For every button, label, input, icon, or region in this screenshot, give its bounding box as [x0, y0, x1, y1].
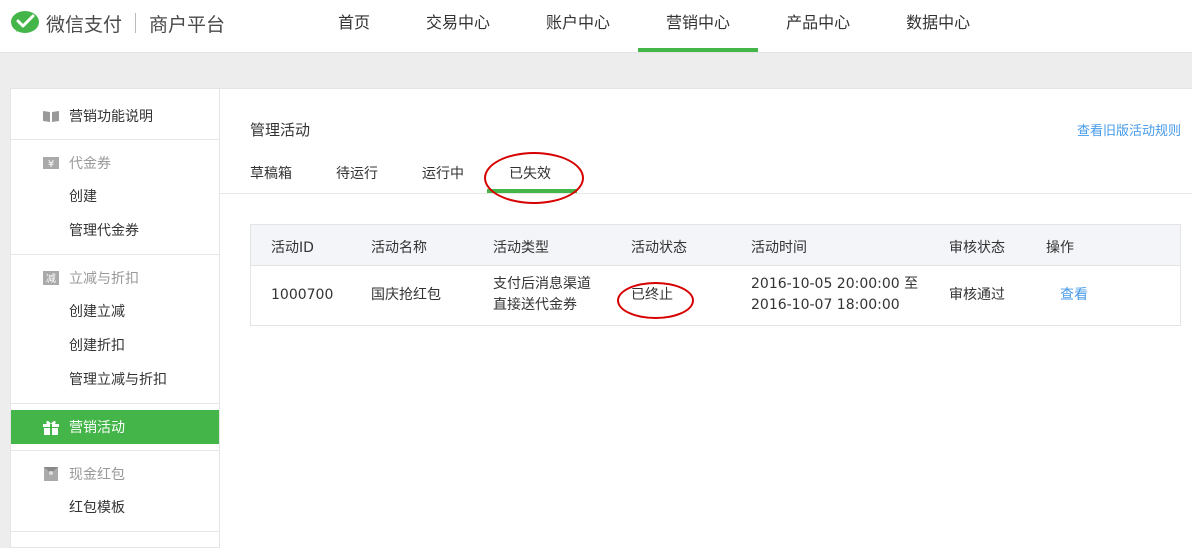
nav-home[interactable]: 首页 [310, 0, 398, 52]
cell-activity-time-line1: 2016-10-05 20:00:00 至 [751, 276, 919, 292]
book-icon [43, 111, 59, 122]
cell-review-status: 审核通过 [949, 287, 1005, 303]
main-panel: 管理活动 查看旧版活动规则 草稿箱 待运行 运行中 已失效 活动ID 活动名称 … [220, 88, 1192, 548]
sidebar-item-intro-label: 营销功能说明 [69, 109, 153, 125]
main-nav: 首页 交易中心 账户中心 营销中心 产品中心 数据中心 [310, 0, 998, 52]
sidebar-title-discount: 减 立减与折扣 [11, 261, 219, 295]
status-tabs: 草稿箱 待运行 运行中 已失效 [220, 149, 1192, 194]
cell-activity-time-line2: 2016-10-07 18:00:00 [751, 297, 900, 313]
sidebar-group-redpacket: 现金红包 红包模板 [11, 450, 219, 532]
tab-running[interactable]: 运行中 [422, 163, 464, 183]
column-header-action: 操作 [1046, 240, 1074, 256]
sidebar-title-coupon-label: 代金券 [69, 156, 111, 172]
cell-activity-type-line2: 直接送代金券 [493, 297, 577, 313]
sidebar-item-create-reduction[interactable]: 创建立减 [11, 295, 219, 329]
sidebar-title-coupon: ¥ 代金券 [11, 146, 219, 180]
logo-text: 微信支付 [46, 13, 123, 36]
cell-activity-type: 支付后消息渠道 直接送代金券 [493, 274, 591, 316]
nav-data-center[interactable]: 数据中心 [878, 0, 998, 52]
yen-icon: ¥ [43, 157, 59, 170]
redpacket-icon [44, 467, 58, 481]
gift-icon [43, 420, 59, 435]
sidebar-title-redpacket-label: 现金红包 [69, 467, 125, 483]
sidebar-group-coupon: ¥ 代金券 创建 管理代金券 [11, 140, 219, 255]
sidebar-item-intro[interactable]: 营销功能说明 [11, 99, 219, 133]
sidebar-item-create-coupon[interactable]: 创建 [11, 180, 219, 214]
nav-account-center[interactable]: 账户中心 [518, 0, 638, 52]
minus-badge-icon: 减 [43, 271, 59, 285]
cell-activity-type-line1: 支付后消息渠道 [493, 276, 591, 292]
column-header-review: 审核状态 [949, 240, 1005, 256]
sidebar-title-redpacket: 现金红包 [11, 457, 219, 491]
logo-subtitle: 商户平台 [149, 13, 226, 36]
wechat-pay-logo-icon [11, 11, 39, 33]
top-header: 微信支付 商户平台 首页 交易中心 账户中心 营销中心 产品中心 数据中心 [0, 0, 1192, 53]
annotation-circle-status [617, 282, 694, 319]
nav-trade-center[interactable]: 交易中心 [398, 0, 518, 52]
sidebar-group-discount: 减 立减与折扣 创建立减 创建折扣 管理立减与折扣 [11, 255, 219, 404]
old-rules-link[interactable]: 查看旧版活动规则 [1077, 120, 1181, 139]
tab-drafts[interactable]: 草稿箱 [250, 163, 292, 183]
column-header-status: 活动状态 [631, 240, 687, 256]
tab-pending[interactable]: 待运行 [336, 163, 378, 183]
annotation-circle-tab [484, 152, 584, 204]
brand-logo[interactable]: 微信支付 商户平台 [10, 8, 225, 38]
column-header-type: 活动类型 [493, 240, 549, 256]
column-header-name: 活动名称 [371, 240, 427, 256]
cell-activity-id: 1000700 [271, 287, 334, 303]
sidebar-item-redpacket-template[interactable]: 红包模板 [11, 491, 219, 525]
cell-activity-name: 国庆抢红包 [371, 287, 441, 303]
table-header: 活动ID 活动名称 活动类型 活动状态 活动时间 审核状态 操作 [251, 225, 1180, 266]
sidebar-item-manage-discount[interactable]: 管理立减与折扣 [11, 363, 219, 397]
page-title: 管理活动 [250, 121, 311, 139]
sidebar-item-marketing-activity-label: 营销活动 [69, 420, 125, 436]
cell-activity-time: 2016-10-05 20:00:00 至 2016-10-07 18:00:0… [751, 274, 918, 316]
svg-text:¥: ¥ [48, 159, 54, 170]
activity-table: 活动ID 活动名称 活动类型 活动状态 活动时间 审核状态 操作 1000700… [250, 224, 1181, 326]
sidebar-group-intro: 营销功能说明 [11, 89, 219, 140]
nav-product-center[interactable]: 产品中心 [758, 0, 878, 52]
nav-marketing-center[interactable]: 营销中心 [638, 0, 759, 52]
sidebar-item-marketing-activity[interactable]: 营销活动 [11, 410, 219, 444]
logo-divider [135, 13, 137, 33]
sidebar-item-create-discount[interactable]: 创建折扣 [11, 329, 219, 363]
sidebar-title-discount-label: 立减与折扣 [69, 271, 139, 287]
svg-text:减: 减 [46, 273, 56, 285]
sidebar: 营销功能说明 ¥ 代金券 创建 管理代金券 减 立减与折扣 创建立减 创建折扣 … [10, 88, 220, 548]
sidebar-item-manage-coupon[interactable]: 管理代金券 [11, 214, 219, 248]
column-header-time: 活动时间 [751, 240, 807, 256]
column-header-id: 活动ID [271, 240, 314, 256]
view-button[interactable]: 查看 [1060, 285, 1088, 306]
